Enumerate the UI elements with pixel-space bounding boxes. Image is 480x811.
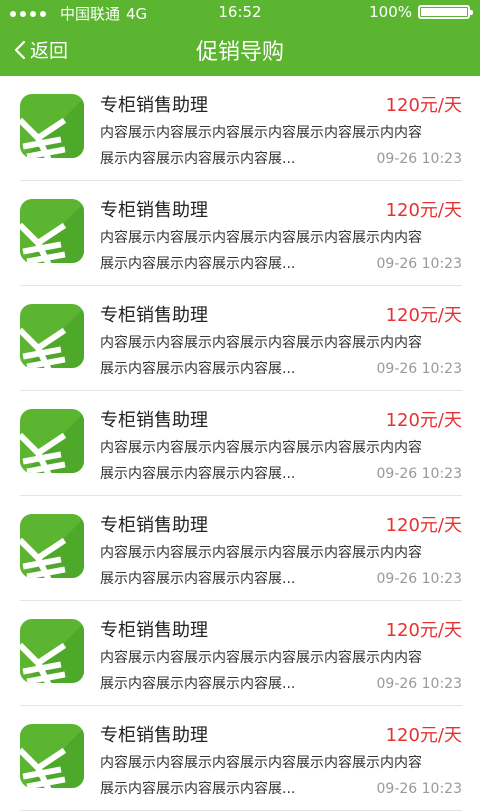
description-line-1: 内容展示内容展示内容展示内容展示内容展示内内容 bbox=[100, 545, 422, 561]
item-title: 专柜销售助理 bbox=[100, 725, 208, 746]
item-date: 09-26 10:23 bbox=[376, 466, 462, 482]
description-line-1: 内容展示内容展示内容展示内容展示内容展示内内容 bbox=[100, 650, 422, 666]
list-item[interactable]: 专柜销售助理 120元/天 内容展示内容展示内容展示内容展示内容展示内内容 展示… bbox=[20, 181, 462, 286]
list-item[interactable]: 专柜销售助理 120元/天 内容展示内容展示内容展示内容展示内容展示内内容 展示… bbox=[20, 601, 462, 706]
page-title: 促销导购 bbox=[195, 40, 284, 65]
battery-fill bbox=[421, 8, 467, 16]
yen-icon bbox=[20, 619, 84, 683]
item-price: 120元/天 bbox=[385, 305, 462, 326]
description-line-1: 内容展示内容展示内容展示内容展示内容展示内内容 bbox=[100, 125, 422, 141]
yen-icon bbox=[20, 409, 84, 473]
list-item[interactable]: 专柜销售助理 120元/天 内容展示内容展示内容展示内容展示内容展示内内容 展示… bbox=[20, 76, 462, 181]
item-date: 09-26 10:23 bbox=[376, 676, 462, 692]
item-title: 专柜销售助理 bbox=[100, 620, 208, 641]
item-title: 专柜销售助理 bbox=[100, 410, 208, 431]
item-date: 09-26 10:23 bbox=[376, 151, 462, 167]
yen-icon bbox=[20, 199, 84, 263]
item-title: 专柜销售助理 bbox=[100, 95, 208, 116]
yen-icon bbox=[20, 514, 84, 578]
description-line-1: 内容展示内容展示内容展示内容展示内容展示内内容 bbox=[100, 755, 422, 771]
item-price: 120元/天 bbox=[385, 95, 462, 116]
list-item[interactable]: 专柜销售助理 120元/天 内容展示内容展示内容展示内容展示内容展示内内容 展示… bbox=[20, 706, 462, 811]
item-date: 09-26 10:23 bbox=[376, 571, 462, 587]
item-title: 专柜销售助理 bbox=[100, 515, 208, 536]
battery-icon bbox=[418, 5, 473, 19]
list-item[interactable]: 专柜销售助理 120元/天 内容展示内容展示内容展示内容展示内容展示内内容 展示… bbox=[20, 286, 462, 391]
nav-bar: 返回 促销导购 bbox=[0, 24, 480, 76]
list-item[interactable]: 专柜销售助理 120元/天 内容展示内容展示内容展示内容展示内容展示内内容 展示… bbox=[20, 496, 462, 601]
battery-percent: 100% bbox=[369, 3, 412, 21]
description-line-1: 内容展示内容展示内容展示内容展示内容展示内内容 bbox=[100, 230, 422, 246]
item-title: 专柜销售助理 bbox=[100, 200, 208, 221]
top-bar: 中国联通 4G 16:52 100% 返回 促销导购 bbox=[0, 0, 480, 76]
description-line-1: 内容展示内容展示内容展示内容展示内容展示内内容 bbox=[100, 335, 422, 351]
status-right: 100% bbox=[369, 3, 473, 21]
item-title: 专柜销售助理 bbox=[100, 305, 208, 326]
item-price: 120元/天 bbox=[385, 725, 462, 746]
description-line-1: 内容展示内容展示内容展示内容展示内容展示内内容 bbox=[100, 440, 422, 456]
yen-icon bbox=[20, 724, 84, 788]
item-date: 09-26 10:23 bbox=[376, 781, 462, 797]
yen-icon bbox=[20, 304, 84, 368]
item-price: 120元/天 bbox=[385, 620, 462, 641]
status-bar: 中国联通 4G 16:52 100% bbox=[0, 0, 480, 24]
item-date: 09-26 10:23 bbox=[376, 361, 462, 377]
job-list: 专柜销售助理 120元/天 内容展示内容展示内容展示内容展示内容展示内内容 展示… bbox=[0, 76, 480, 811]
item-price: 120元/天 bbox=[385, 410, 462, 431]
item-price: 120元/天 bbox=[385, 515, 462, 536]
item-price: 120元/天 bbox=[385, 200, 462, 221]
list-item[interactable]: 专柜销售助理 120元/天 内容展示内容展示内容展示内容展示内容展示内内容 展示… bbox=[20, 391, 462, 496]
item-date: 09-26 10:23 bbox=[376, 256, 462, 272]
yen-icon bbox=[20, 94, 84, 158]
